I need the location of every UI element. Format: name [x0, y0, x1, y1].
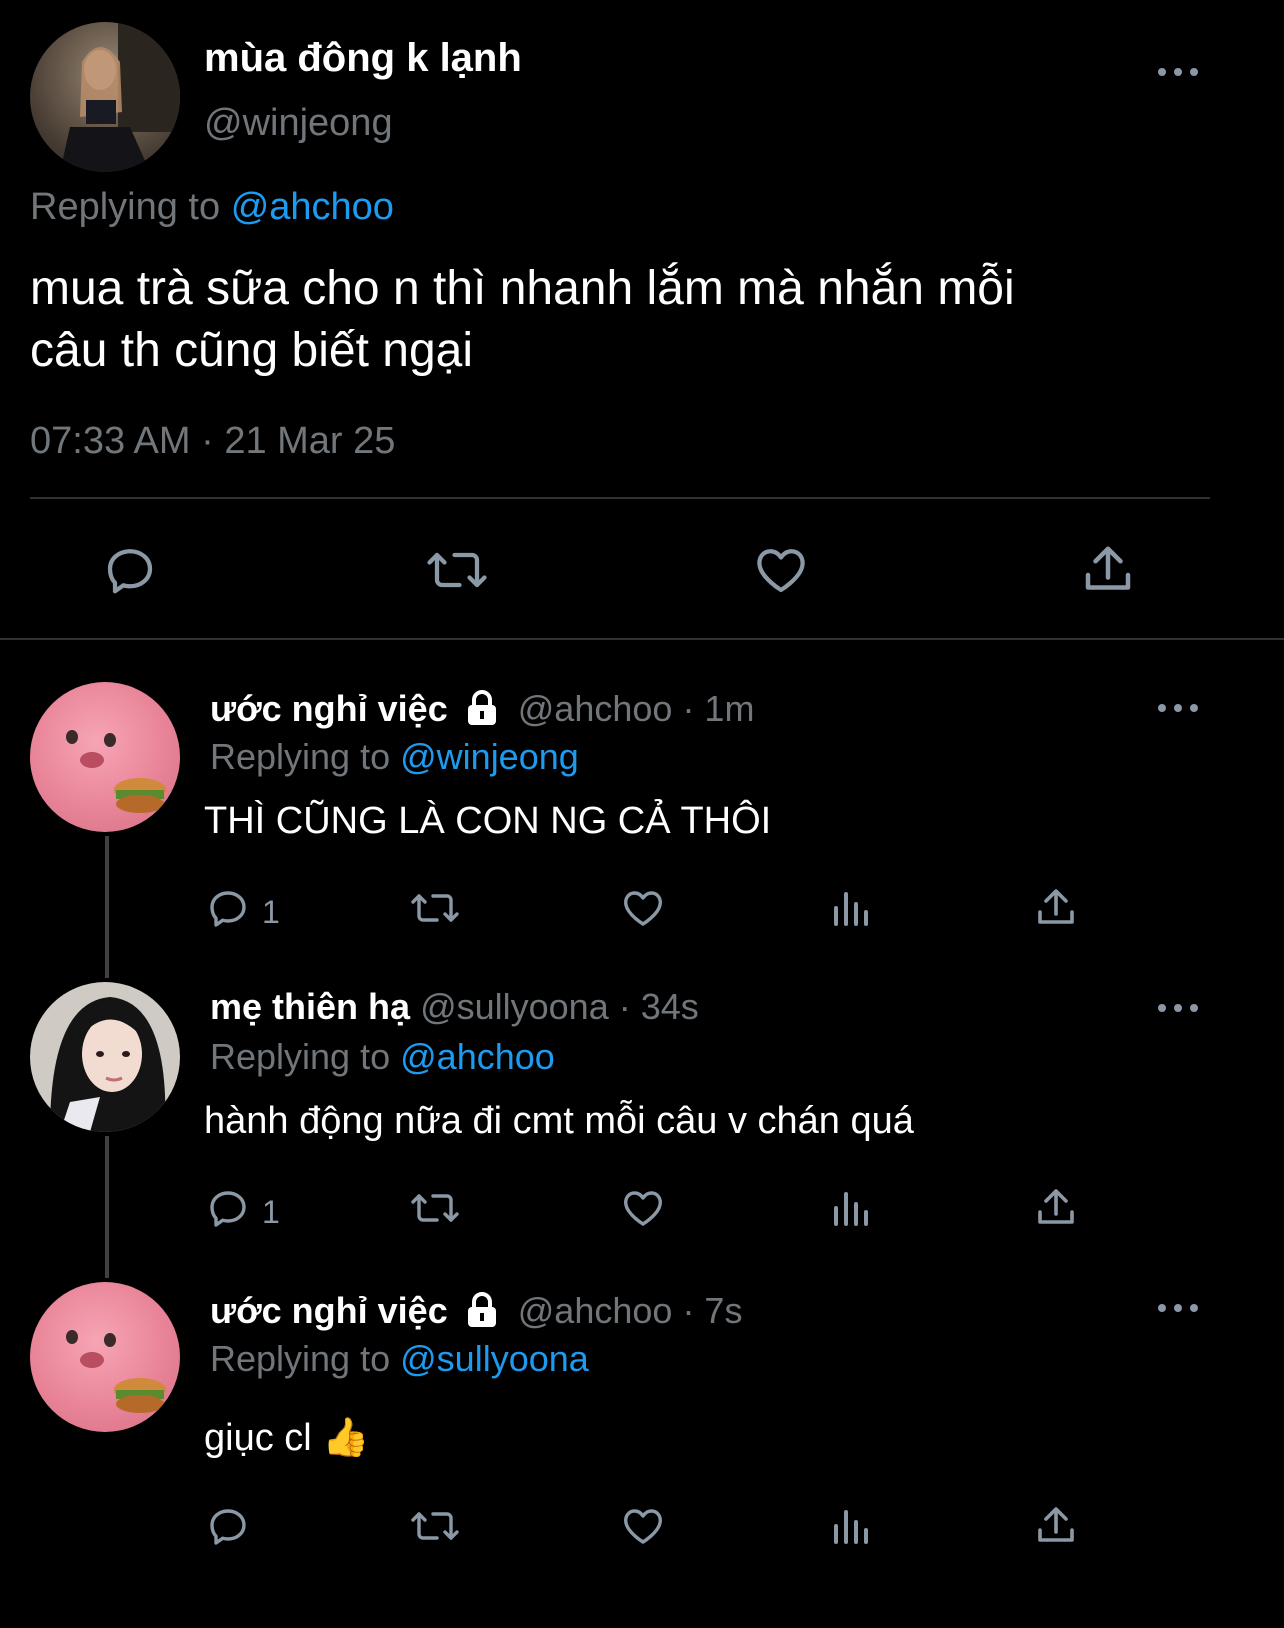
- reply-icon: [204, 1502, 252, 1558]
- reply-icon[interactable]: [100, 540, 160, 600]
- reply-display-name[interactable]: ước nghỉ việc: [210, 688, 448, 729]
- reply-count: 1: [262, 893, 280, 930]
- reply-text: giục cl 👍: [204, 1417, 370, 1459]
- divider: [30, 497, 1210, 499]
- reply-header: mẹ thiên hạ @sullyoona · 34s: [210, 986, 699, 1028]
- like-icon[interactable]: [618, 1502, 668, 1550]
- reply-display-name[interactable]: mẹ thiên hạ: [210, 986, 410, 1027]
- reply-count: 1: [262, 1193, 280, 1230]
- views-icon[interactable]: [826, 1502, 874, 1550]
- replying-to-line: Replying to @ahchoo: [30, 186, 394, 229]
- like-icon[interactable]: [750, 540, 812, 600]
- divider: [0, 638, 1284, 640]
- share-icon[interactable]: [1078, 540, 1138, 600]
- avatar-figure: [30, 22, 180, 172]
- more-options-icon[interactable]: [1158, 1298, 1198, 1318]
- reply-text: hành động nữa đi cmt mỗi câu v chán quá: [204, 1100, 914, 1142]
- like-icon[interactable]: [618, 884, 668, 932]
- reply-handle[interactable]: @ahchoo: [518, 688, 673, 729]
- more-options-icon[interactable]: [1158, 698, 1198, 718]
- reply-display-name[interactable]: ước nghỉ việc: [210, 1290, 448, 1331]
- more-options-icon[interactable]: [1158, 62, 1198, 82]
- avatar-art: [50, 997, 166, 1132]
- replying-to-line: Replying to @winjeong: [210, 736, 579, 778]
- retweet-icon[interactable]: [408, 884, 462, 932]
- share-icon[interactable]: [1032, 1502, 1080, 1550]
- avatar-ahchoo[interactable]: [30, 682, 180, 832]
- author-handle[interactable]: @winjeong: [204, 102, 393, 145]
- reply-icon: [204, 884, 252, 940]
- thread-connector: [105, 1136, 109, 1278]
- retweet-icon[interactable]: [408, 1184, 462, 1232]
- retweet-icon[interactable]: [424, 540, 490, 600]
- avatar-art: [66, 1330, 166, 1413]
- like-icon[interactable]: [618, 1184, 668, 1232]
- share-icon[interactable]: [1032, 884, 1080, 932]
- reply-text: THÌ CŨNG LÀ CON NG CẢ THÔI: [204, 800, 772, 842]
- avatar-ahchoo[interactable]: [30, 1282, 180, 1432]
- reply-icon: [204, 1184, 252, 1240]
- author-display-name[interactable]: mùa đông k lạnh: [204, 36, 522, 81]
- replying-to-handle[interactable]: @ahchoo: [231, 186, 394, 228]
- reply-time[interactable]: · 1m: [682, 688, 754, 729]
- replying-to-handle[interactable]: @sullyoona: [400, 1338, 589, 1379]
- reply-time[interactable]: · 34s: [619, 986, 699, 1027]
- replying-to-label: Replying to: [210, 736, 391, 777]
- lock-icon: [462, 689, 502, 734]
- more-options-icon[interactable]: [1158, 998, 1198, 1018]
- replying-to-label: Replying to: [210, 1338, 391, 1379]
- avatar-art: [66, 730, 166, 813]
- views-icon[interactable]: [826, 1184, 874, 1232]
- reply-time[interactable]: · 7s: [682, 1290, 742, 1331]
- replying-to-label: Replying to: [30, 186, 221, 228]
- reply-header: ước nghỉ việc @ahchoo · 7s: [210, 1290, 742, 1336]
- tweet-text-line: câu th cũng biết ngại: [30, 324, 473, 377]
- replying-to-handle[interactable]: @ahchoo: [400, 1036, 555, 1077]
- replying-to-handle[interactable]: @winjeong: [400, 736, 579, 777]
- reply-handle[interactable]: @ahchoo: [518, 1290, 673, 1331]
- avatar-sullyoona[interactable]: [30, 982, 180, 1132]
- avatar-winjeong[interactable]: [30, 22, 180, 172]
- tweet-text: mua trà sữa cho n thì nhanh lắm mà nhắn …: [30, 258, 1015, 382]
- reply-action[interactable]: 1: [204, 884, 280, 940]
- reply-action[interactable]: [204, 1502, 262, 1558]
- share-icon[interactable]: [1032, 1184, 1080, 1232]
- reply-action[interactable]: 1: [204, 1184, 280, 1240]
- retweet-icon[interactable]: [408, 1502, 462, 1550]
- tweet-text-line: mua trà sữa cho n thì nhanh lắm mà nhắn …: [30, 262, 1015, 315]
- views-icon[interactable]: [826, 884, 874, 932]
- reply-header: ước nghỉ việc @ahchoo · 1m: [210, 688, 754, 734]
- thread-connector: [105, 836, 109, 978]
- replying-to-line: Replying to @ahchoo: [210, 1036, 555, 1078]
- lock-icon: [462, 1291, 502, 1336]
- tweet-timestamp[interactable]: 07:33 AM · 21 Mar 25: [30, 420, 395, 463]
- reply-handle[interactable]: @sullyoona: [420, 986, 609, 1027]
- replying-to-line: Replying to @sullyoona: [210, 1338, 589, 1380]
- replying-to-label: Replying to: [210, 1036, 391, 1077]
